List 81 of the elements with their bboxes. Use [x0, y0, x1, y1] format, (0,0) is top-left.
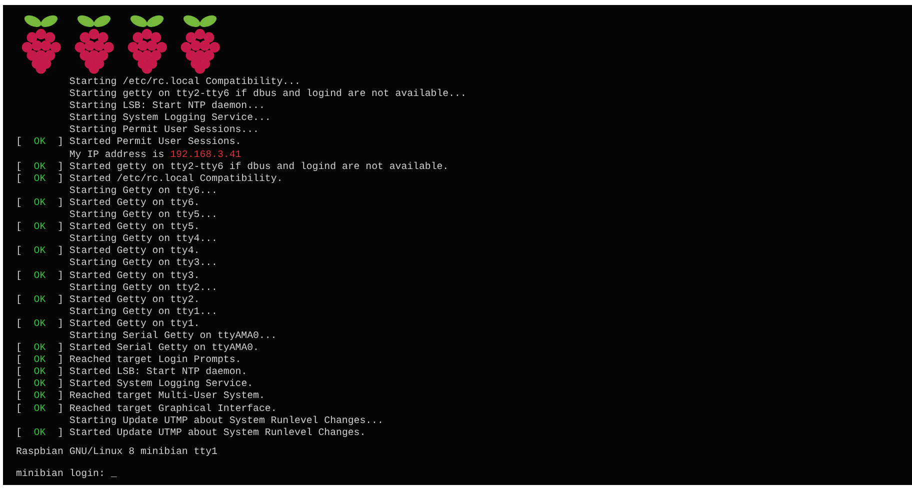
- boot-message: Started /etc/rc.local Compatibility.: [69, 172, 283, 185]
- boot-message: Started Getty on tty3.: [69, 270, 200, 282]
- status-bracket: [: [16, 342, 22, 354]
- status-ok: OK: [34, 390, 46, 403]
- boot-message: Started Getty on tty1.: [69, 318, 200, 330]
- status-bracket: ]: [57, 318, 64, 330]
- status-bracket: ]: [57, 270, 64, 282]
- status-ok: OK: [34, 426, 46, 439]
- status-bracket: [: [16, 245, 22, 258]
- status-bracket: [: [16, 318, 22, 330]
- status-ok: OK: [34, 378, 46, 390]
- boot-message: Started Update UTMP about System Runlevel Changes.: [69, 426, 366, 439]
- status-ok: OK: [34, 172, 46, 185]
- boot-message: Started System Logging Service.: [69, 378, 254, 390]
- status-bracket: [: [16, 160, 22, 173]
- boot-message: Starting Getty on tty2...: [69, 282, 218, 294]
- status-ok: OK: [34, 318, 46, 330]
- status-ok: OK: [34, 136, 46, 149]
- boot-message: Started Getty on tty5.: [69, 221, 200, 234]
- status-ok: OK: [34, 354, 46, 366]
- boot-message: Starting getty on tty2-tty6 if dbus and logind are not available...: [69, 88, 466, 100]
- status-bracket: [: [16, 196, 22, 210]
- status-ok: OK: [34, 402, 46, 415]
- status-bracket: ]: [57, 160, 64, 173]
- boot-message: Reached target Graphical Interface.: [69, 402, 277, 415]
- status-bracket: [: [16, 172, 22, 185]
- boot-message: Reached target Login Prompts.: [69, 354, 242, 366]
- boot-message: Starting Update UTMP about System Runlevel Changes...: [69, 414, 384, 427]
- text-cursor: _: [110, 468, 117, 480]
- boot-message: My IP address is 192.168.3.41: [69, 148, 242, 161]
- boot-message: Starting Getty on tty1...: [69, 306, 218, 318]
- boot-message: Starting /etc/rc.local Compatibility...: [69, 76, 300, 88]
- status-bracket: ]: [57, 354, 64, 366]
- boot-message: Started Serial Getty on ttyAMA0.: [69, 342, 259, 354]
- status-ok: OK: [34, 221, 46, 234]
- boot-message: Starting Getty on tty5...: [69, 209, 218, 222]
- status-ok: OK: [34, 245, 46, 258]
- status-bracket: [: [16, 390, 22, 403]
- boot-message: Started getty on tty2-tty6 if dbus and logind are not available.: [69, 160, 449, 173]
- status-bracket: ]: [57, 196, 64, 210]
- boot-message: Starting Serial Getty on ttyAMA0...: [69, 330, 277, 342]
- status-ok: OK: [34, 342, 46, 354]
- status-bracket: ]: [57, 402, 64, 415]
- boot-message: Started Permit User Sessions.: [69, 136, 242, 149]
- boot-message: Started Getty on tty4.: [69, 245, 200, 258]
- status-ok: OK: [34, 270, 46, 282]
- status-ok: OK: [34, 294, 46, 306]
- status-ok: OK: [34, 196, 46, 210]
- status-bracket: ]: [57, 294, 64, 306]
- boot-message: Starting LSB: Start NTP daemon...: [69, 100, 265, 112]
- status-bracket: [: [16, 354, 22, 366]
- boot-message: Started LSB: Start NTP daemon.: [69, 366, 248, 378]
- status-bracket: ]: [57, 366, 64, 378]
- status-ok: OK: [34, 160, 46, 173]
- status-bracket: ]: [57, 390, 64, 403]
- boot-message: Started Getty on tty2.: [69, 294, 200, 306]
- boot-message: Starting Permit User Sessions...: [69, 124, 259, 136]
- boot-message: Starting Getty on tty3...: [69, 257, 218, 270]
- boot-message: Starting Getty on tty4...: [69, 233, 218, 246]
- login-prompt: minibian login:: [16, 468, 106, 480]
- boot-message: Starting Getty on tty6...: [69, 184, 218, 197]
- status-bracket: [: [16, 426, 22, 439]
- status-bracket: ]: [57, 221, 64, 234]
- status-bracket: ]: [57, 245, 64, 258]
- status-bracket: ]: [57, 426, 64, 439]
- status-bracket: [: [16, 402, 22, 415]
- status-bracket: ]: [57, 342, 64, 354]
- status-ok: OK: [34, 366, 46, 378]
- boot-message: Reached target Multi-User System.: [69, 390, 265, 403]
- status-bracket: [: [16, 270, 22, 282]
- os-version-text: Raspbian GNU/Linux 8 minibian tty1: [16, 446, 218, 457]
- status-bracket: [: [16, 221, 22, 234]
- status-bracket: [: [16, 366, 22, 378]
- status-bracket: ]: [57, 172, 64, 185]
- status-bracket: [: [16, 136, 22, 149]
- status-bracket: [: [16, 294, 22, 306]
- status-bracket: ]: [57, 378, 64, 390]
- status-bracket: ]: [57, 136, 64, 149]
- boot-message: Starting System Logging Service...: [69, 112, 271, 124]
- boot-message: Started Getty on tty6.: [69, 196, 200, 210]
- status-bracket: [: [16, 378, 22, 390]
